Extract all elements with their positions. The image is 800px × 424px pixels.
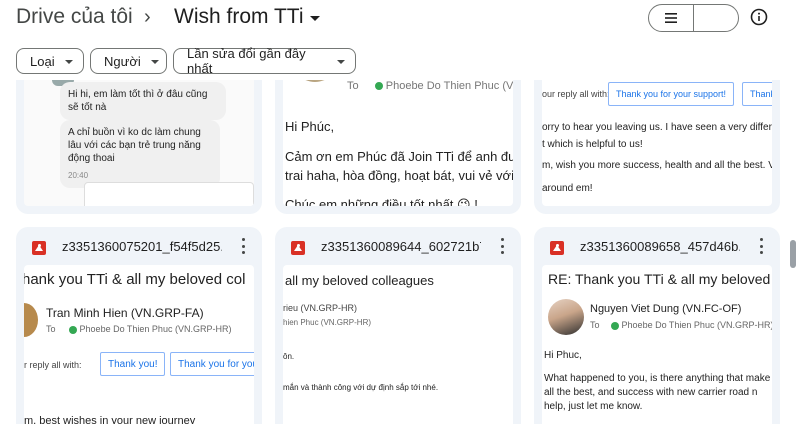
dropdown-caret-icon <box>309 16 320 21</box>
file-name: z3351360089644_602721b7... <box>321 239 481 254</box>
quick-reply-button: Thank you for you <box>170 352 254 376</box>
presence-icon <box>374 82 383 91</box>
image-file-icon <box>32 241 46 255</box>
image-file-icon <box>550 241 564 255</box>
dropdown-caret-icon <box>337 59 345 64</box>
filter-people-chip[interactable]: Người <box>90 48 167 74</box>
recipient: Phoebe Do Thien Phuc (VN.GRP-HR) <box>621 320 772 330</box>
filter-modified-label: Lần sửa đổi gần đây nhất <box>187 46 306 76</box>
mail-line: t which is helpful to us! <box>542 139 643 150</box>
dropdown-caret-icon <box>64 59 73 64</box>
file-card-header: z3351360089644_602721b7... <box>275 227 521 265</box>
mail-line: all the best, and success with new carri… <box>544 387 758 398</box>
file-card-header: z3351360089658_457d46b... <box>534 227 780 265</box>
file-thumbnail: all my beloved colleagues rieu (VN.GRP-H… <box>283 265 513 424</box>
mail-greeting: Hi Phuc, <box>544 350 582 361</box>
file-card-header: z3351360075201_f54f5d25... <box>16 227 262 265</box>
recipient: Phoebe Do Thien Phuc (VN <box>385 80 513 92</box>
mail-line: mắn và thành công với dự định sắp tới nh… <box>283 383 439 392</box>
mail-line: What happened to you, is there anything … <box>544 373 771 384</box>
chat-input-box <box>84 182 254 206</box>
to-label: To <box>46 324 56 334</box>
file-grid: Hi hi, em làm tốt thì ở đâu cũng sẽ tốt … <box>16 80 780 424</box>
file-card[interactable]: z3351360089658_457d46b... RE: Thank you … <box>534 227 780 424</box>
mail-sender: rieu (VN.GRP-HR) <box>283 303 358 313</box>
more-actions-button[interactable] <box>242 238 246 254</box>
mail-to: To Phoebe Do Thien Phuc (VN.GRP-HR) <box>46 324 231 334</box>
file-card[interactable]: z3351360089644_602721b7... all my belove… <box>275 227 521 424</box>
toolbar: Drive của tôi › Wish from TTi <box>0 0 800 40</box>
filter-people-label: Người <box>104 53 141 69</box>
reply-prompt: r reply all with: <box>24 360 82 370</box>
file-card[interactable]: z3351360075201_f54f5d25... hank you TTi … <box>16 227 262 424</box>
breadcrumb-my-drive[interactable]: Drive của tôi <box>16 5 133 29</box>
chat-bubble-text: A chỉ buồn vì ko dc làm chung lâu với cá… <box>68 127 201 164</box>
mail-line: m, wish you more success, health and all… <box>542 160 772 171</box>
mail-line: Chúc em những điều tốt nhất 😉 ! <box>285 197 478 206</box>
chat-bubble: Hi hi, em làm tốt thì ở đâu cũng sẽ tốt … <box>60 82 226 120</box>
chat-time: 20:40 <box>68 171 89 180</box>
mail-line: help, just let me know. <box>544 401 643 412</box>
file-card[interactable]: To Phoebe Do Thien Phuc (VN Hi Phúc, Cảm… <box>275 80 521 214</box>
mail-sender: Nguyen Viet Dung (VN.FC-OF) <box>590 303 742 315</box>
file-thumbnail: To Phoebe Do Thien Phuc (VN Hi Phúc, Cảm… <box>283 80 513 206</box>
recipient: hien Phuc (VN.GRP-HR) <box>283 318 372 327</box>
mail-greeting: Hi Phúc, <box>285 119 335 134</box>
mail-line: Cảm ơn em Phúc đã Join TTi để anh được <box>285 149 513 164</box>
presence-icon <box>68 325 77 334</box>
mail-sender: Tran Minh Hien (VN.GRP-FA) <box>46 306 204 320</box>
breadcrumb-separator-icon: › <box>144 6 151 28</box>
quick-reply-button: Thank you for your support! <box>608 82 735 106</box>
filter-type-chip[interactable]: Loại <box>16 48 84 74</box>
mail-line: ôn. <box>283 352 295 361</box>
presence-icon <box>610 321 619 330</box>
status-icon <box>323 80 335 82</box>
file-card[interactable]: our reply all with: Thank you for your s… <box>534 80 780 214</box>
mail-line: orry to hear you leaving us. I have seen… <box>542 122 772 133</box>
file-name: z3351360089658_457d46b... <box>580 239 740 254</box>
filter-type-label: Loại <box>30 53 55 69</box>
mail-line: m, best wishes in your new journey <box>24 415 196 424</box>
reply-prompt: our reply all with: <box>542 89 610 99</box>
breadcrumb-current-folder[interactable]: Wish from TTi <box>174 5 320 29</box>
filter-modified-chip[interactable]: Lần sửa đổi gần đây nhất <box>173 46 356 76</box>
to-label: To <box>347 80 359 92</box>
mail-to: To Phoebe Do Thien Phuc (VN.GRP-HR) <box>590 320 772 330</box>
avatar <box>24 303 38 337</box>
to-label: To <box>590 320 600 330</box>
quick-reply-button: Thank you! <box>100 352 166 376</box>
file-name: z3351360075201_f54f5d25... <box>62 239 222 254</box>
dropdown-caret-icon <box>150 59 159 64</box>
file-thumbnail: hank you TTi & all my beloved col Tran M… <box>24 265 254 424</box>
file-card[interactable]: Hi hi, em làm tốt thì ở đâu cũng sẽ tốt … <box>16 80 262 214</box>
mail-line: trai haha, hòa đồng, hoạt bát, vui vẻ vớ… <box>285 168 513 183</box>
more-actions-button[interactable] <box>760 238 764 254</box>
mail-subject: RE: Thank you TTi & all my beloved c <box>548 271 772 287</box>
info-icon <box>750 8 768 26</box>
avatar <box>548 299 584 335</box>
mail-subject: hank you TTi & all my beloved col <box>24 271 246 288</box>
view-toggle <box>648 4 739 32</box>
image-file-icon <box>291 241 305 255</box>
list-icon <box>665 13 677 23</box>
scrollbar-thumb[interactable] <box>790 240 796 268</box>
mail-to: To Phoebe Do Thien Phuc (VN <box>347 80 513 92</box>
chat-bubble: A chỉ buồn vì ko dc làm chung lâu với cá… <box>60 120 220 188</box>
folder-title: Wish from TTi <box>174 5 304 28</box>
mail-line: around em! <box>542 183 593 194</box>
file-thumbnail: Hi hi, em làm tốt thì ở đâu cũng sẽ tốt … <box>24 80 254 206</box>
recipient: Phoebe Do Thien Phuc (VN.GRP-HR) <box>79 324 232 334</box>
list-view-button[interactable] <box>649 5 694 31</box>
mail-subject: all my beloved colleagues <box>285 273 434 288</box>
file-thumbnail: RE: Thank you TTi & all my beloved c Ngu… <box>542 265 772 424</box>
quick-reply-button: Thank <box>742 82 772 106</box>
file-thumbnail: our reply all with: Thank you for your s… <box>542 80 772 206</box>
info-button[interactable] <box>749 7 769 27</box>
more-actions-button[interactable] <box>501 238 505 254</box>
